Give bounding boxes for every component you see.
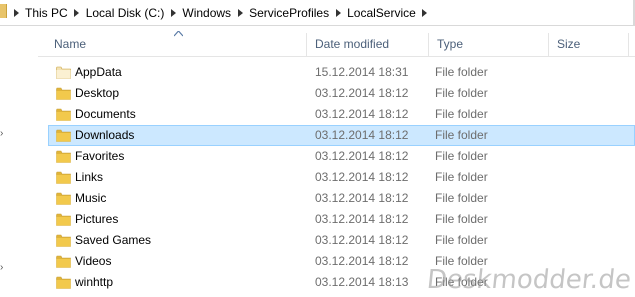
- file-type: File folder: [435, 149, 488, 163]
- breadcrumb-this-pc[interactable]: This PC: [24, 6, 69, 20]
- file-list: AppData 15.12.2014 18:31 File folder Deskto…: [48, 62, 635, 293]
- nav-expand-icon[interactable]: ›: [0, 128, 3, 139]
- folder-location-icon: [0, 4, 7, 18]
- breadcrumb: This PC Local Disk (C:) Windows ServiceP…: [8, 0, 433, 25]
- file-type: File folder: [435, 65, 488, 79]
- file-row[interactable]: Music 03.12.2014 18:12 File folder: [48, 188, 635, 209]
- folder-icon: [56, 129, 71, 142]
- column-divider[interactable]: [628, 33, 629, 56]
- column-header-name[interactable]: Name: [46, 33, 306, 56]
- nav-expand-icon[interactable]: ›: [0, 262, 3, 273]
- file-type: File folder: [435, 128, 488, 142]
- file-name: Desktop: [75, 86, 120, 100]
- file-row[interactable]: AppData 15.12.2014 18:31 File folder: [48, 62, 635, 83]
- breadcrumb-windows[interactable]: Windows: [181, 6, 232, 20]
- navigation-pane[interactable]: › ›: [0, 26, 18, 297]
- file-row[interactable]: Favorites 03.12.2014 18:12 File folder: [48, 146, 635, 167]
- breadcrumb-serviceprofiles[interactable]: ServiceProfiles: [248, 6, 330, 20]
- file-type: File folder: [435, 86, 488, 100]
- folder-icon: [56, 150, 71, 163]
- folder-icon: [56, 213, 71, 226]
- file-row[interactable]: Saved Games 03.12.2014 18:12 File folder: [48, 230, 635, 251]
- address-bar[interactable]: This PC Local Disk (C:) Windows ServiceP…: [0, 0, 635, 26]
- folder-icon: [56, 192, 71, 205]
- folder-icon: [56, 87, 71, 100]
- folder-icon: [56, 171, 71, 184]
- file-name: Documents: [75, 107, 136, 121]
- file-type: File folder: [435, 212, 488, 226]
- file-row[interactable]: Desktop 03.12.2014 18:12 File folder: [48, 83, 635, 104]
- chevron-right-icon[interactable]: [421, 0, 429, 25]
- file-date-modified: 03.12.2014 18:12: [315, 212, 409, 226]
- chevron-right-icon[interactable]: [169, 0, 177, 25]
- file-name: Music: [75, 191, 107, 205]
- file-name: Links: [75, 170, 104, 184]
- file-name: Downloads: [75, 128, 135, 142]
- file-date-modified: 03.12.2014 18:12: [315, 254, 409, 268]
- file-name: Favorites: [75, 149, 125, 163]
- folder-light-icon: [56, 66, 71, 79]
- folder-icon: [56, 108, 71, 121]
- file-type: File folder: [435, 107, 488, 121]
- column-header-row: Name Date modified Type Size: [38, 31, 635, 57]
- file-date-modified: 03.12.2014 18:12: [315, 170, 409, 184]
- file-type: File folder: [435, 170, 488, 184]
- chevron-right-icon[interactable]: [334, 0, 342, 25]
- file-type: File folder: [435, 191, 488, 205]
- folder-icon: [56, 255, 71, 268]
- chevron-right-icon[interactable]: [12, 0, 20, 25]
- file-date-modified: 03.12.2014 18:12: [315, 191, 409, 205]
- file-type: File folder: [435, 233, 488, 247]
- file-date-modified: 03.12.2014 18:12: [315, 86, 409, 100]
- column-header-size[interactable]: Size: [549, 33, 629, 56]
- file-name: winhttp: [75, 275, 114, 289]
- breadcrumb-localservice[interactable]: LocalService: [346, 6, 417, 20]
- folder-icon: [56, 276, 71, 289]
- file-name: AppData: [75, 65, 122, 79]
- file-date-modified: 03.12.2014 18:12: [315, 149, 409, 163]
- file-row[interactable]: Downloads 03.12.2014 18:12 File folder: [48, 125, 635, 146]
- column-header-type[interactable]: Type: [429, 33, 549, 56]
- file-date-modified: 03.12.2014 18:12: [315, 107, 409, 121]
- watermark: Deskmodder.de: [425, 265, 633, 295]
- file-row[interactable]: Pictures 03.12.2014 18:12 File folder: [48, 209, 635, 230]
- breadcrumb-local-disk[interactable]: Local Disk (C:): [85, 6, 166, 20]
- file-date-modified: 03.12.2014 18:12: [315, 233, 409, 247]
- file-name: Pictures: [75, 212, 119, 226]
- file-row[interactable]: Links 03.12.2014 18:12 File folder: [48, 167, 635, 188]
- folder-icon: [56, 234, 71, 247]
- file-name: Saved Games: [75, 233, 152, 247]
- file-date-modified: 03.12.2014 18:12: [315, 128, 409, 142]
- file-date-modified: 03.12.2014 18:13: [315, 275, 409, 289]
- chevron-right-icon[interactable]: [236, 0, 244, 25]
- file-row[interactable]: Documents 03.12.2014 18:12 File folder: [48, 104, 635, 125]
- file-date-modified: 15.12.2014 18:31: [315, 65, 409, 79]
- column-header-date[interactable]: Date modified: [307, 33, 429, 56]
- file-name: Videos: [75, 254, 112, 268]
- chevron-right-icon[interactable]: [73, 0, 81, 25]
